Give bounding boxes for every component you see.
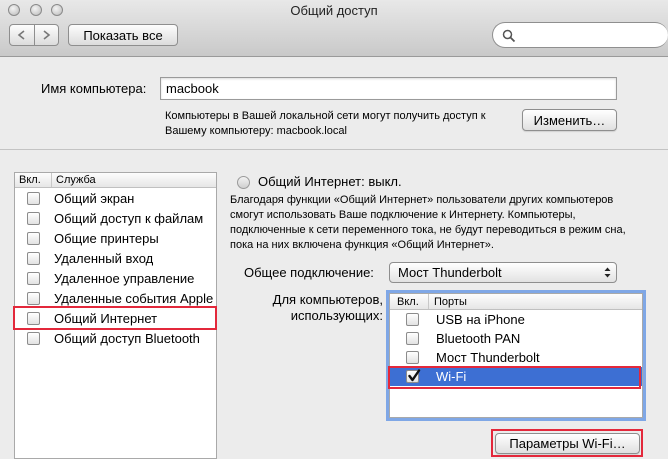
chevron-left-icon	[17, 30, 25, 40]
service-label: Общий доступ к файлам	[54, 210, 204, 226]
services-list: Вкл. Служба Общий экран Общий доступ к ф…	[14, 172, 217, 459]
status-indicator-icon	[237, 176, 250, 189]
share-from-popup[interactable]: Мост Thunderbolt	[389, 262, 617, 283]
port-item-bluetooth-pan[interactable]: Bluetooth PAN	[390, 329, 642, 348]
port-label: Мост Thunderbolt	[436, 350, 540, 365]
service-label: Общий экран	[54, 190, 135, 206]
window-titlebar: Общий доступ Показать все	[0, 0, 668, 57]
nav-buttons	[9, 24, 59, 46]
to-computers-label: Для компьютеров, использующих:	[230, 292, 383, 324]
service-item-internet-sharing[interactable]: Общий Интернет	[15, 308, 216, 328]
port-label: Wi-Fi	[436, 369, 467, 384]
service-checkbox[interactable]	[27, 311, 40, 325]
service-item-file-sharing[interactable]: Общий доступ к файлам	[15, 208, 216, 228]
service-label: Общий Интернет	[54, 310, 158, 326]
port-item-usb-iphone[interactable]: USB на iPhone	[390, 310, 642, 329]
service-label: Удаленное управление	[54, 270, 195, 286]
service-label: Общие принтеры	[54, 230, 159, 246]
port-label: Bluetooth PAN	[436, 331, 521, 346]
computer-name-label: Имя компьютера:	[41, 81, 147, 96]
port-checkbox-checked[interactable]	[406, 369, 421, 383]
port-item-thunderbolt-bridge[interactable]: Мост Thunderbolt	[390, 348, 642, 367]
service-label: Удаленные события Apple	[54, 290, 214, 306]
service-item-remote-login[interactable]: Удаленный вход	[15, 248, 216, 268]
service-item-printer-sharing[interactable]: Общие принтеры	[15, 228, 216, 248]
edit-computer-name-button[interactable]: Изменить…	[522, 109, 617, 131]
internet-sharing-description: Благодаря функции «Общий Интернет» польз…	[230, 194, 626, 251]
service-checkbox[interactable]	[27, 271, 40, 285]
ports-header: Вкл. Порты	[390, 294, 642, 310]
ports-list: Вкл. Порты USB на iPhone Bluetooth PAN М…	[389, 293, 643, 418]
checkmark-icon	[408, 369, 421, 382]
service-checkbox[interactable]	[27, 291, 40, 305]
computer-name-description: Компьютеры в Вашей локальной сети могут …	[165, 110, 486, 137]
port-label: USB на iPhone	[436, 312, 525, 327]
wifi-options-button[interactable]: Параметры Wi-Fi…	[495, 433, 640, 454]
service-checkbox[interactable]	[27, 251, 40, 265]
to-computers-label-line2: использующих:	[290, 308, 383, 323]
ports-header-ports[interactable]: Порты	[429, 296, 467, 308]
service-checkbox[interactable]	[27, 331, 40, 345]
forward-button[interactable]	[33, 25, 59, 45]
updown-arrows-icon	[604, 267, 611, 278]
services-header-on[interactable]: Вкл.	[15, 173, 52, 187]
search-icon	[502, 29, 516, 43]
service-checkbox[interactable]	[27, 191, 40, 205]
back-button[interactable]	[10, 25, 34, 45]
port-checkbox[interactable]	[406, 313, 419, 326]
ports-header-on[interactable]: Вкл.	[390, 294, 429, 309]
service-label: Удаленный вход	[54, 250, 154, 266]
search-field[interactable]	[492, 22, 668, 48]
services-header-service[interactable]: Служба	[52, 174, 96, 186]
service-checkbox[interactable]	[27, 211, 40, 225]
show-all-button[interactable]: Показать все	[68, 24, 178, 46]
window-title: Общий доступ	[290, 3, 378, 18]
services-header: Вкл. Служба	[15, 173, 216, 188]
service-item-remote-management[interactable]: Удаленное управление	[15, 268, 216, 288]
port-checkbox[interactable]	[406, 351, 419, 364]
service-item-remote-apple-events[interactable]: Удаленные события Apple	[15, 288, 216, 308]
share-from-value: Мост Thunderbolt	[398, 265, 502, 280]
service-item-screen-sharing[interactable]: Общий экран	[15, 188, 216, 208]
service-label: Общий доступ Bluetooth	[54, 330, 200, 346]
internet-sharing-status: Общий Интернет: выкл.	[258, 174, 402, 189]
to-computers-label-line1: Для компьютеров,	[272, 292, 383, 307]
service-item-bluetooth-sharing[interactable]: Общий доступ Bluetooth	[15, 328, 216, 348]
computer-name-field[interactable]: macbook	[160, 77, 617, 100]
chevron-right-icon	[43, 30, 51, 40]
share-from-label: Общее подключение:	[244, 265, 374, 280]
service-checkbox[interactable]	[27, 231, 40, 245]
port-item-wifi[interactable]: Wi-Fi	[390, 367, 642, 386]
section-divider	[0, 149, 668, 150]
port-checkbox[interactable]	[406, 332, 419, 345]
